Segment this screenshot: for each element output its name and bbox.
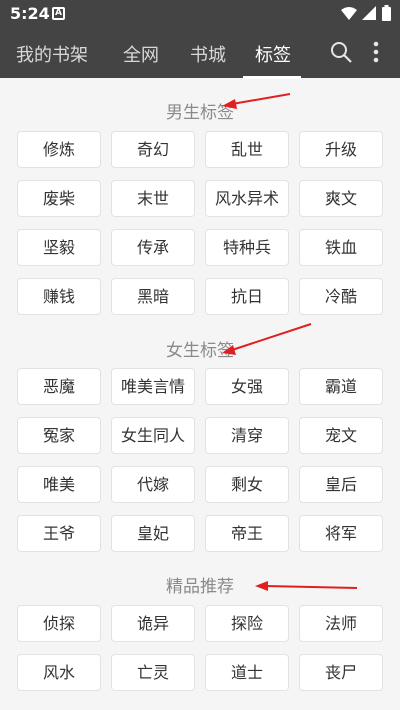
tab-bookstore[interactable]: 书城: [190, 41, 226, 67]
section-title-recommended: 精品推荐: [166, 577, 234, 597]
tag-button[interactable]: 诡异: [111, 605, 195, 642]
tag-button[interactable]: 霸道: [299, 368, 383, 405]
tag-button[interactable]: 丧尸: [299, 654, 383, 691]
tag-button[interactable]: 抗日: [205, 278, 289, 315]
tag-button[interactable]: 女生同人: [111, 417, 195, 454]
tag-button[interactable]: 代嫁: [111, 466, 195, 503]
tag-button[interactable]: 废柴: [17, 180, 101, 217]
signal-icon: [362, 6, 376, 20]
tag-button[interactable]: 特种兵: [205, 229, 289, 266]
tab-bookshelf[interactable]: 我的书架: [16, 41, 88, 67]
tag-button[interactable]: 修炼: [17, 131, 101, 168]
tag-button[interactable]: 侦探: [17, 605, 101, 642]
tag-button[interactable]: 升级: [299, 131, 383, 168]
tag-button[interactable]: 赚钱: [17, 278, 101, 315]
tag-button[interactable]: 唯美: [17, 466, 101, 503]
active-tab-indicator: [243, 76, 301, 79]
wifi-icon: [341, 7, 357, 20]
tab-tags[interactable]: 标签: [255, 41, 291, 67]
top-navigation-bar: 我的书架 全网 书城 标签: [0, 28, 400, 79]
tag-button[interactable]: 法师: [299, 605, 383, 642]
tag-button[interactable]: 王爷: [17, 515, 101, 552]
tag-button[interactable]: 唯美言情: [111, 368, 195, 405]
tab-all-web[interactable]: 全网: [123, 41, 159, 67]
tag-button[interactable]: 爽文: [299, 180, 383, 217]
tag-button[interactable]: 传承: [111, 229, 195, 266]
tag-button[interactable]: 冤家: [17, 417, 101, 454]
section-title-male-tags: 男生标签: [166, 103, 234, 123]
tag-button[interactable]: 坚毅: [17, 229, 101, 266]
tag-button[interactable]: 末世: [111, 180, 195, 217]
tag-button[interactable]: 黑暗: [111, 278, 195, 315]
tag-button[interactable]: 奇幻: [111, 131, 195, 168]
battery-icon: [382, 5, 391, 21]
tag-button[interactable]: 清穿: [205, 417, 289, 454]
tag-button[interactable]: 道士: [205, 654, 289, 691]
tag-button[interactable]: 皇后: [299, 466, 383, 503]
notification-icon: A: [52, 7, 65, 20]
status-bar: 5:24 A: [0, 0, 400, 28]
tag-button[interactable]: 恶魔: [17, 368, 101, 405]
tag-button[interactable]: 风水异术: [205, 180, 289, 217]
tag-button[interactable]: 亡灵: [111, 654, 195, 691]
tag-button[interactable]: 皇妃: [111, 515, 195, 552]
tag-button[interactable]: 铁血: [299, 229, 383, 266]
tag-button[interactable]: 探险: [205, 605, 289, 642]
tag-button[interactable]: 冷酷: [299, 278, 383, 315]
tag-button[interactable]: 女强: [205, 368, 289, 405]
section-title-female-tags: 女生标签: [166, 341, 234, 361]
tag-button[interactable]: 剩女: [205, 466, 289, 503]
tag-button[interactable]: 帝王: [205, 515, 289, 552]
tag-button[interactable]: 将军: [299, 515, 383, 552]
tag-button[interactable]: 风水: [17, 654, 101, 691]
search-icon[interactable]: [330, 41, 352, 63]
more-vert-icon[interactable]: [372, 40, 380, 64]
tag-button[interactable]: 宠文: [299, 417, 383, 454]
status-time: 5:24: [10, 4, 50, 23]
tag-button[interactable]: 乱世: [205, 131, 289, 168]
